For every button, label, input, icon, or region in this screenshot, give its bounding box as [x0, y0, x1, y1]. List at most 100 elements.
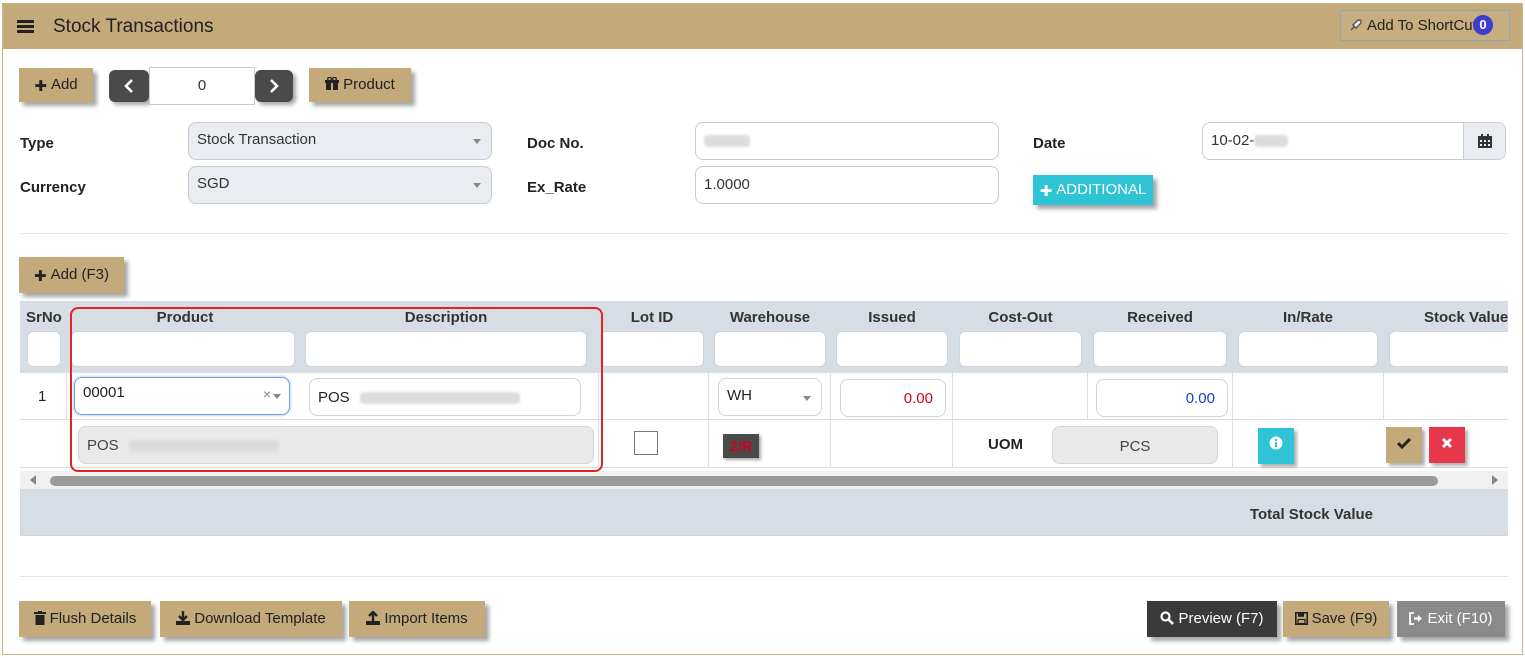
totals-band: Total Stock Value	[20, 489, 1508, 536]
plus-icon: ✚	[34, 78, 47, 95]
date-input[interactable]: 10-02-	[1202, 122, 1506, 160]
column-divider	[952, 373, 953, 420]
filter-cost-out[interactable]	[959, 331, 1082, 367]
date-label: Date	[1033, 135, 1066, 152]
currency-label: Currency	[20, 179, 86, 196]
column-header-in-rate[interactable]: In/Rate	[1238, 309, 1378, 326]
doc-no-input[interactable]	[695, 122, 999, 160]
ex-rate-label: Ex_Rate	[527, 179, 587, 196]
filter-in-rate[interactable]	[1238, 331, 1378, 367]
received-input[interactable]: 0.00	[1096, 379, 1228, 417]
column-header-issued[interactable]: Issued	[836, 309, 948, 326]
uom-value: PCS	[1119, 438, 1151, 455]
exit-label: Exit (F10)	[1427, 610, 1493, 627]
app-frame: Stock Transactions Add To ShortCut 0 ✚ Ad…	[2, 3, 1523, 655]
preview-label: Preview (F7)	[1178, 610, 1264, 627]
highlight-box	[70, 307, 603, 472]
received-value: 0.00	[1185, 390, 1215, 407]
prev-record-button[interactable]	[109, 70, 149, 102]
add-to-shortcut-button[interactable]: Add To ShortCut 0	[1340, 10, 1510, 41]
exit-button[interactable]: Exit (F10)	[1397, 601, 1505, 637]
gift-icon	[325, 77, 340, 90]
scroll-right-icon[interactable]	[1492, 475, 1498, 485]
confirm-row-button[interactable]	[1386, 427, 1422, 463]
column-header-warehouse[interactable]: Warehouse	[714, 309, 826, 326]
warehouse-value: WH	[727, 387, 752, 404]
page-title: Stock Transactions	[53, 16, 214, 37]
calendar-icon	[1478, 134, 1492, 148]
column-divider	[830, 420, 831, 468]
type-select[interactable]: Stock Transaction	[188, 122, 492, 160]
info-icon	[1269, 436, 1283, 450]
lot-checkbox[interactable]	[634, 431, 658, 455]
column-header-srno[interactable]: SrNo	[26, 309, 62, 326]
chevron-down-icon	[473, 139, 481, 144]
doc-no-label: Doc No.	[527, 135, 584, 152]
record-index-input[interactable]: 0	[149, 67, 255, 105]
download-template-label: Download Template	[194, 610, 326, 627]
column-divider	[952, 420, 953, 468]
scroll-left-icon[interactable]	[30, 475, 36, 485]
rocket-icon	[1350, 19, 1362, 31]
calendar-button[interactable]	[1463, 123, 1505, 159]
plus-icon: ✚	[1039, 183, 1053, 200]
currency-value: SGD	[197, 175, 230, 192]
horizontal-scrollbar[interactable]	[20, 471, 1508, 489]
save-label: Save (F9)	[1311, 610, 1378, 627]
type-value: Stock Transaction	[197, 131, 317, 148]
upload-icon	[366, 611, 381, 625]
chevron-down-icon	[473, 183, 481, 188]
date-value: 10-02-	[1211, 132, 1255, 149]
filter-warehouse[interactable]	[714, 331, 826, 367]
ex-rate-value: 1.0000	[704, 176, 750, 193]
delete-row-button[interactable]	[1429, 427, 1465, 463]
next-record-button[interactable]	[255, 70, 293, 102]
shortcut-count-badge: 0	[1473, 15, 1493, 35]
total-stock-value-label: Total Stock Value	[1249, 506, 1373, 523]
additional-button[interactable]: ✚ ADDITIONAL	[1033, 175, 1153, 205]
currency-select[interactable]: SGD	[188, 166, 492, 204]
top-bar: Stock Transactions Add To ShortCut 0	[3, 4, 1522, 49]
redacted-text	[1254, 135, 1289, 148]
column-divider	[708, 420, 709, 468]
flush-details-label: Flush Details	[49, 610, 137, 627]
menu-icon[interactable]	[17, 20, 34, 33]
close-icon	[1441, 437, 1453, 449]
column-divider	[1232, 373, 1233, 420]
filter-received[interactable]	[1093, 331, 1227, 367]
grid-add-label: Add (F3)	[50, 266, 109, 283]
column-header-received[interactable]: Received	[1093, 309, 1227, 326]
warehouse-select[interactable]: WH	[718, 378, 822, 416]
info-button[interactable]	[1258, 428, 1294, 464]
column-divider	[1383, 373, 1384, 420]
grid-add-button[interactable]: ✚ Add (F3)	[19, 257, 124, 293]
filter-issued[interactable]	[836, 331, 948, 367]
import-items-button[interactable]: Import Items	[349, 601, 485, 637]
row-srno: 1	[38, 388, 47, 405]
column-header-cost-out[interactable]: Cost-Out	[959, 309, 1082, 326]
chevron-right-icon	[270, 79, 279, 93]
check-icon	[1396, 437, 1412, 450]
ex-rate-input[interactable]: 1.0000	[695, 166, 999, 204]
filter-lot-id[interactable]	[600, 331, 704, 367]
import-items-label: Import Items	[384, 610, 468, 627]
record-index-value: 0	[197, 77, 207, 94]
column-divider	[1087, 373, 1088, 420]
filter-srno[interactable]	[27, 331, 61, 367]
filter-stock-value[interactable]	[1389, 331, 1508, 367]
column-header-stock-value[interactable]: Stock Value	[1424, 309, 1508, 326]
zr-button[interactable]: Z/R	[723, 434, 759, 458]
save-button[interactable]: Save (F9)	[1283, 601, 1389, 637]
add-button[interactable]: ✚ Add	[19, 68, 93, 102]
issued-input[interactable]: 0.00	[840, 379, 946, 417]
column-divider	[1232, 420, 1233, 468]
download-template-button[interactable]: Download Template	[160, 601, 342, 637]
download-icon	[176, 611, 191, 625]
chevron-down-icon	[803, 396, 811, 401]
flush-details-button[interactable]: Flush Details	[19, 601, 151, 637]
product-button[interactable]: Product	[309, 68, 411, 102]
additional-label: ADDITIONAL	[1056, 181, 1147, 198]
column-header-lot-id[interactable]: Lot ID	[600, 309, 704, 326]
preview-button[interactable]: Preview (F7)	[1147, 601, 1277, 637]
scrollbar-thumb[interactable]	[50, 476, 1438, 486]
